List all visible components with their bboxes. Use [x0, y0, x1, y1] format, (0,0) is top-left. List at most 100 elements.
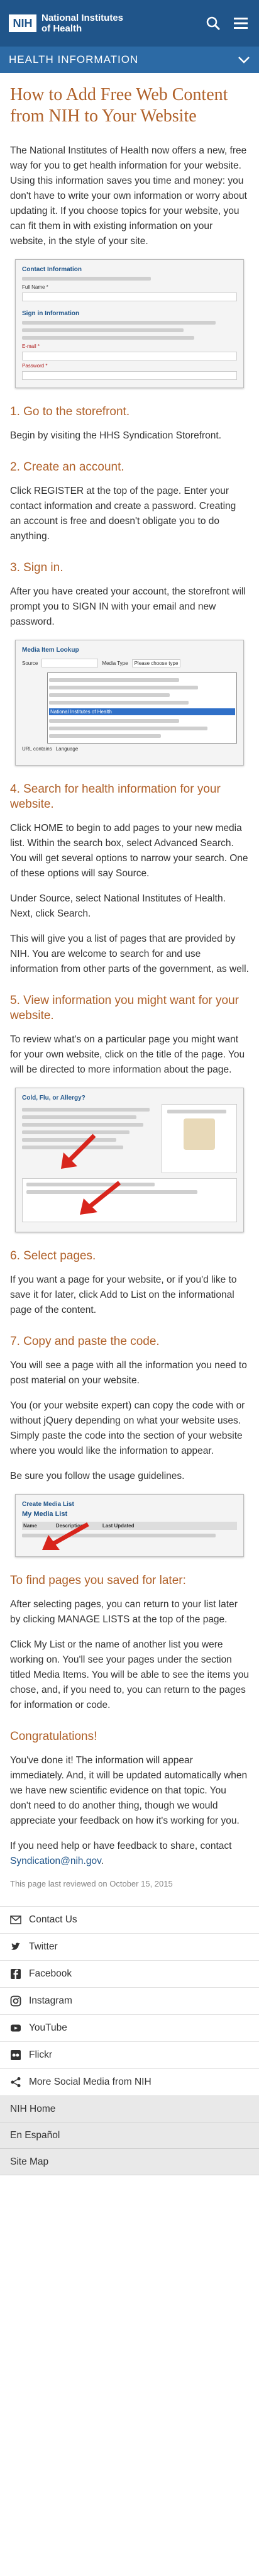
share-icon: [11, 2077, 21, 2087]
shot-embed-box: [22, 1178, 237, 1222]
footer-link-espanol[interactable]: En Español: [0, 2122, 259, 2149]
shot-line: [22, 1108, 150, 1112]
footer-link-nih-home[interactable]: NIH Home: [0, 2096, 259, 2122]
help-text: If you need help or have feedback to sha…: [10, 1839, 249, 1869]
shot-line: [22, 277, 152, 281]
shot-line: [22, 328, 184, 332]
red-arrow-icon: [80, 1181, 121, 1215]
page-title: How to Add Free Web Content from NIH to …: [10, 85, 228, 126]
section-nav-toggle[interactable]: HEALTH INFORMATION: [0, 47, 259, 73]
social-label: More Social Media from NIH: [29, 2077, 152, 2087]
social-label: Contact Us: [29, 1914, 77, 1925]
media-list-screenshot: Create Media List My Media List Name Des…: [15, 1494, 244, 1557]
header-actions: [204, 14, 250, 33]
step-3-heading: 3. Sign in.: [10, 561, 63, 574]
shot-search-title: Media Item Lookup: [22, 647, 79, 654]
shot-line: [167, 1110, 227, 1113]
shot-field: [22, 371, 237, 380]
media-item-screenshot: Cold, Flu, or Allergy?: [15, 1088, 244, 1232]
shot-field: [22, 352, 237, 360]
step-7-text-3: Be sure you follow the usage guidelines.: [10, 1471, 185, 1481]
shot-password-label: Password *: [22, 363, 48, 369]
section-label: HEALTH INFORMATION: [9, 53, 139, 65]
main-content: How to Add Free Web Content from NIH to …: [0, 73, 259, 1888]
search-screenshot: Media Item Lookup Source Media Type Plea…: [15, 640, 244, 766]
flickr-icon: [11, 2050, 21, 2060]
shot-url-label: URL contains: [22, 746, 52, 752]
shot-line: [22, 321, 216, 325]
social-link-youtube[interactable]: YouTube: [0, 2015, 259, 2042]
footer-label: Site Map: [10, 2156, 49, 2167]
shot-illustration: [184, 1118, 215, 1150]
shot-col-name: Name: [23, 1523, 37, 1529]
nih-logo-mark: NIH: [9, 14, 36, 32]
shot-line: [49, 727, 207, 730]
social-link-facebook[interactable]: Facebook: [0, 1961, 259, 1988]
shot-list-create: Create Media List: [22, 1501, 74, 1508]
shot-email-label: E-mail *: [22, 343, 40, 349]
shot-col-updated: Last Updated: [102, 1523, 135, 1529]
step-5-text: To review what's on a particular page yo…: [10, 1034, 245, 1075]
facebook-icon: [11, 1969, 21, 1979]
social-link-contact-us[interactable]: Contact Us: [0, 1907, 259, 1934]
search-icon[interactable]: [204, 14, 223, 33]
shot-line: [22, 1123, 143, 1127]
step-4-heading: 4. Search for health information for you…: [10, 783, 221, 811]
shot-contact-title: Contact Information: [22, 266, 82, 273]
step-5-heading: 5. View information you might want for y…: [10, 994, 239, 1022]
social-label: Twitter: [29, 1941, 58, 1952]
footer-nav: NIH Home En Español Site Map: [0, 2096, 259, 2175]
step-4-text-3: This will give you a list of pages that …: [10, 934, 249, 974]
menu-icon[interactable]: [231, 14, 250, 33]
saved-pages-text-1: After selecting pages, you can return to…: [10, 1599, 238, 1625]
shot-line: [49, 701, 189, 705]
social-link-twitter[interactable]: Twitter: [0, 1934, 259, 1961]
social-label: Flickr: [29, 2049, 53, 2060]
shot-item-title: Cold, Flu, or Allergy?: [22, 1095, 85, 1101]
chevron-down-icon: [238, 57, 250, 64]
shot-line: [49, 719, 180, 723]
shot-line: [22, 1115, 136, 1119]
step-6-text: If you want a page for your website, or …: [10, 1274, 237, 1315]
step-6-heading: 6. Select pages.: [10, 1249, 96, 1263]
congrats-text: You've done it! The information will app…: [10, 1755, 248, 1826]
shot-signin-title: Sign in Information: [22, 310, 80, 317]
step-7-heading: 7. Copy and paste the code.: [10, 1335, 160, 1348]
step-1-text: Begin by visiting the HHS Syndication St…: [10, 430, 222, 441]
social-label: YouTube: [29, 2022, 67, 2033]
shot-highlighted-option: National Institutes of Health: [49, 708, 235, 715]
registration-form-screenshot: Contact Information Full Name * Sign in …: [15, 259, 244, 388]
shot-line: [49, 693, 170, 697]
red-arrow-icon: [61, 1134, 96, 1169]
shot-source-label: Source: [22, 660, 38, 666]
step-4-text-2: Under Source, select National Institutes…: [10, 893, 226, 919]
step-3-text: After you have created your account, the…: [10, 586, 246, 627]
syndication-email-link[interactable]: Syndication@nih.gov: [10, 1856, 101, 1866]
shot-line: [49, 686, 198, 689]
social-link-more[interactable]: More Social Media from NIH: [0, 2069, 259, 2096]
step-4-text-1: Click HOME to begin to add pages to your…: [10, 823, 248, 879]
shot-line: [49, 734, 161, 738]
shot-name-label: Full Name *: [22, 284, 48, 290]
mail-icon: [10, 1915, 21, 1924]
congrats-heading: Congratulations!: [10, 1730, 97, 1743]
nih-logo[interactable]: NIH National Institutes of Health: [9, 13, 123, 34]
step-7-text-2: You (or your website expert) can copy th…: [10, 1400, 245, 1456]
footer-link-site-map[interactable]: Site Map: [0, 2149, 259, 2175]
shot-media-type-value: Please choose type: [131, 659, 181, 667]
social-link-instagram[interactable]: Instagram: [0, 1988, 259, 2015]
red-arrow-icon: [42, 1522, 89, 1550]
saved-pages-text-2: Click My List or the name of another lis…: [10, 1639, 249, 1710]
saved-pages-heading: To find pages you saved for later:: [10, 1574, 186, 1587]
social-link-flickr[interactable]: Flickr: [0, 2042, 259, 2069]
shot-media-type-label: Media Type: [102, 660, 128, 666]
youtube-icon: [11, 2024, 21, 2032]
footer-label: En Español: [10, 2129, 60, 2141]
step-2-text: Click REGISTER at the top of the page. E…: [10, 486, 236, 542]
social-label: Instagram: [29, 1995, 72, 2006]
shot-line: [22, 336, 194, 340]
step-1-heading: 1. Go to the storefront.: [10, 405, 130, 418]
shot-list-title: My Media List: [22, 1510, 68, 1518]
intro-text: The National Institutes of Health now of…: [10, 145, 247, 247]
shot-field: [41, 659, 99, 667]
